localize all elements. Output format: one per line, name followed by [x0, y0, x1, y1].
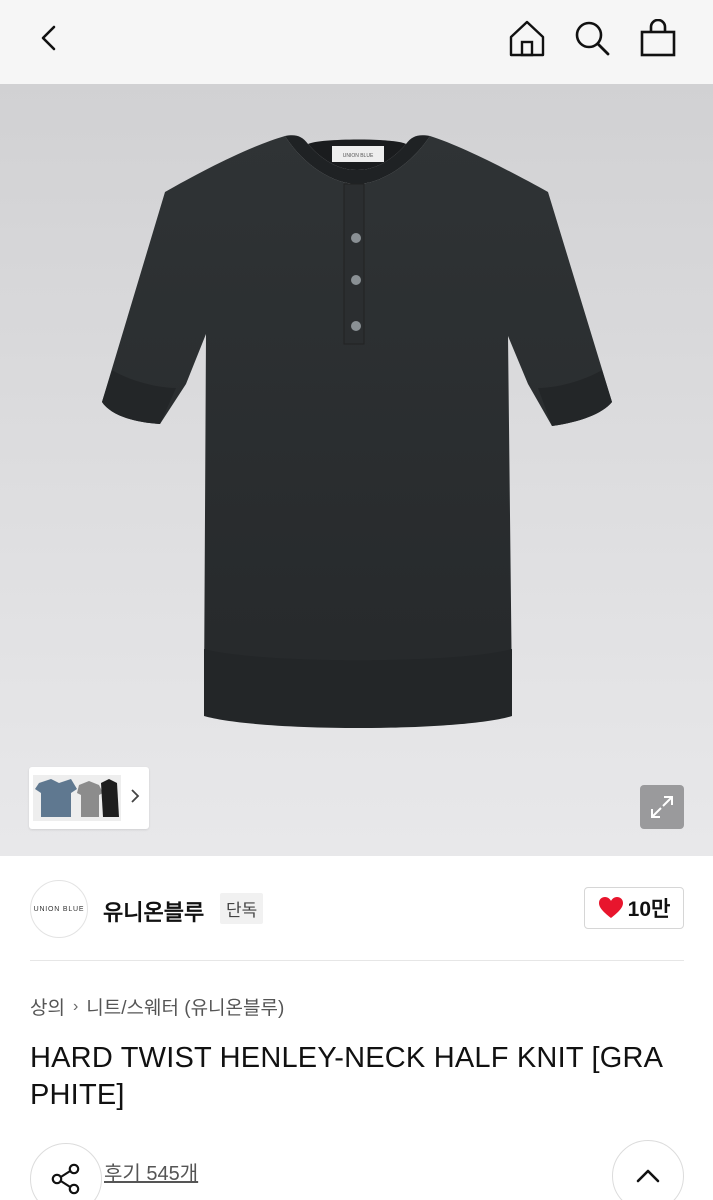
reviews-link[interactable]: 후기 545개 [104, 1157, 198, 1186]
share-icon [51, 1163, 80, 1195]
home-button[interactable] [503, 14, 551, 62]
brand-name[interactable]: 유니온블루 [103, 895, 204, 927]
expand-image-button[interactable] [640, 785, 684, 829]
chevron-up-icon [636, 1169, 660, 1183]
shopping-bag-icon [640, 19, 676, 57]
like-button[interactable]: 10만 [584, 887, 684, 929]
expand-icon [651, 796, 673, 818]
henley-knit-image: UNION BLUE [102, 135, 612, 728]
search-icon [575, 21, 610, 56]
share-button[interactable] [30, 1143, 102, 1200]
color-thumbnails [33, 775, 121, 821]
brand-logo-text: UNION BLUE [33, 905, 85, 913]
heart-icon [598, 897, 623, 918]
cart-button[interactable] [634, 14, 682, 62]
brand-logo[interactable]: UNION BLUE [30, 880, 88, 938]
breadcrumb: 상의 › 니트/스웨터 (유니온블루) [30, 993, 284, 1020]
breadcrumb-subcategory[interactable]: 니트/스웨터 (유니온블루) [86, 993, 284, 1020]
neck-label-text: UNION BLUE [343, 153, 374, 159]
like-count: 10만 [627, 898, 671, 921]
product-image[interactable]: UNION BLUE [0, 84, 713, 856]
scroll-to-top-button[interactable] [612, 1140, 684, 1200]
search-button[interactable] [568, 14, 616, 62]
brand-row: UNION BLUE 유니온블루 단독 10만 [0, 860, 713, 960]
thumbnail-gallery[interactable] [29, 767, 149, 829]
top-navigation-bar [0, 0, 713, 84]
chevron-left-icon [41, 25, 56, 51]
divider [30, 960, 684, 961]
home-icon [509, 20, 545, 57]
back-button[interactable] [26, 14, 74, 62]
breadcrumb-category[interactable]: 상의 [30, 993, 65, 1020]
chevron-right-icon [129, 787, 141, 810]
product-title: HARD TWIST HENLEY-NECK HALF KNIT [GRAPHI… [30, 1042, 664, 1111]
exclusive-badge: 단독 [220, 893, 264, 924]
breadcrumb-chevron-icon: › [72, 997, 79, 1015]
